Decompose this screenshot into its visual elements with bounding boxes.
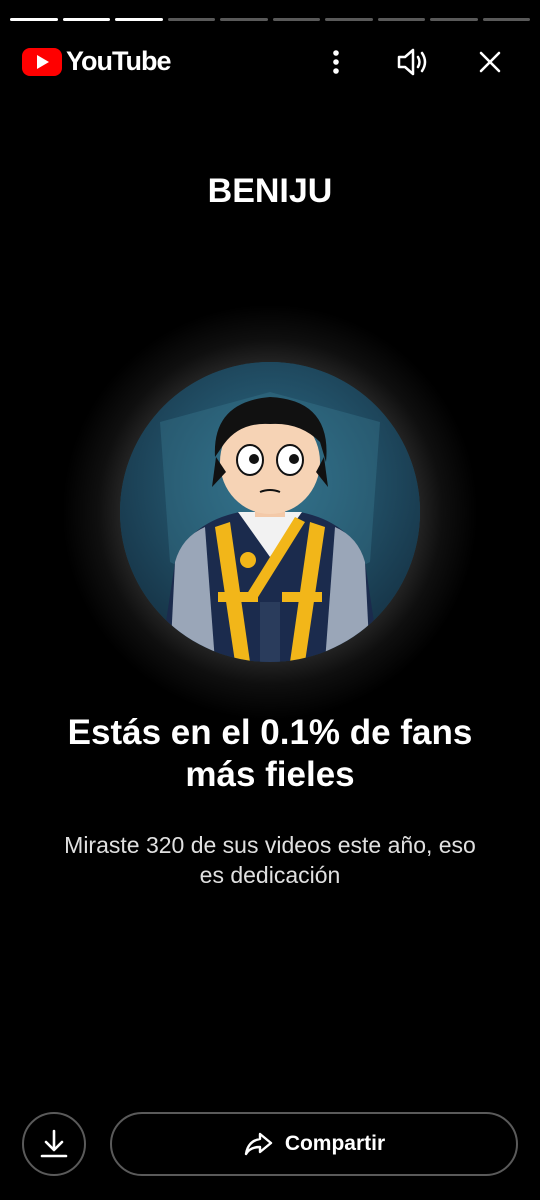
progress-segment bbox=[377, 18, 425, 21]
youtube-wordmark: YouTube bbox=[66, 46, 171, 76]
story-headline: Estás en el 0.1% de fans más fieles bbox=[40, 712, 500, 796]
share-button[interactable]: Compartir bbox=[110, 1112, 518, 1176]
download-icon bbox=[40, 1129, 68, 1158]
progress-segment bbox=[430, 18, 478, 21]
headline-line: Estás en el 0.1% de fans bbox=[67, 713, 473, 752]
sound-toggle-button[interactable] bbox=[391, 40, 435, 84]
progress-segment bbox=[272, 18, 320, 21]
progress-segment bbox=[167, 18, 215, 21]
progress-segment bbox=[220, 18, 268, 21]
more-options-button[interactable] bbox=[314, 40, 358, 84]
share-label: Compartir bbox=[284, 1132, 386, 1155]
headline-line: más fieles bbox=[185, 755, 355, 794]
youtube-logo: YouTube bbox=[22, 46, 171, 77]
youtube-play-icon bbox=[22, 47, 62, 76]
progress-segment bbox=[10, 18, 58, 21]
more-vert-icon bbox=[333, 50, 339, 74]
progress-segment bbox=[62, 18, 110, 21]
top-bar: YouTube bbox=[0, 40, 540, 84]
close-button[interactable] bbox=[468, 40, 512, 84]
close-icon bbox=[479, 51, 501, 73]
channel-name: BENIJU bbox=[207, 172, 333, 210]
progress-segment bbox=[325, 18, 373, 21]
progress-segment bbox=[482, 18, 530, 21]
share-icon bbox=[244, 1132, 273, 1156]
story-subtext: Miraste 320 de sus videos este año, eso … bbox=[40, 830, 500, 890]
progress-segment bbox=[115, 18, 163, 21]
story-progress-bar bbox=[10, 18, 530, 22]
volume-icon bbox=[397, 48, 427, 76]
channel-avatar bbox=[120, 362, 420, 662]
download-button[interactable] bbox=[22, 1112, 86, 1176]
subtext-line: Miraste 320 de sus videos este año, eso bbox=[64, 832, 476, 858]
subtext-line: es dedicación bbox=[199, 862, 341, 888]
